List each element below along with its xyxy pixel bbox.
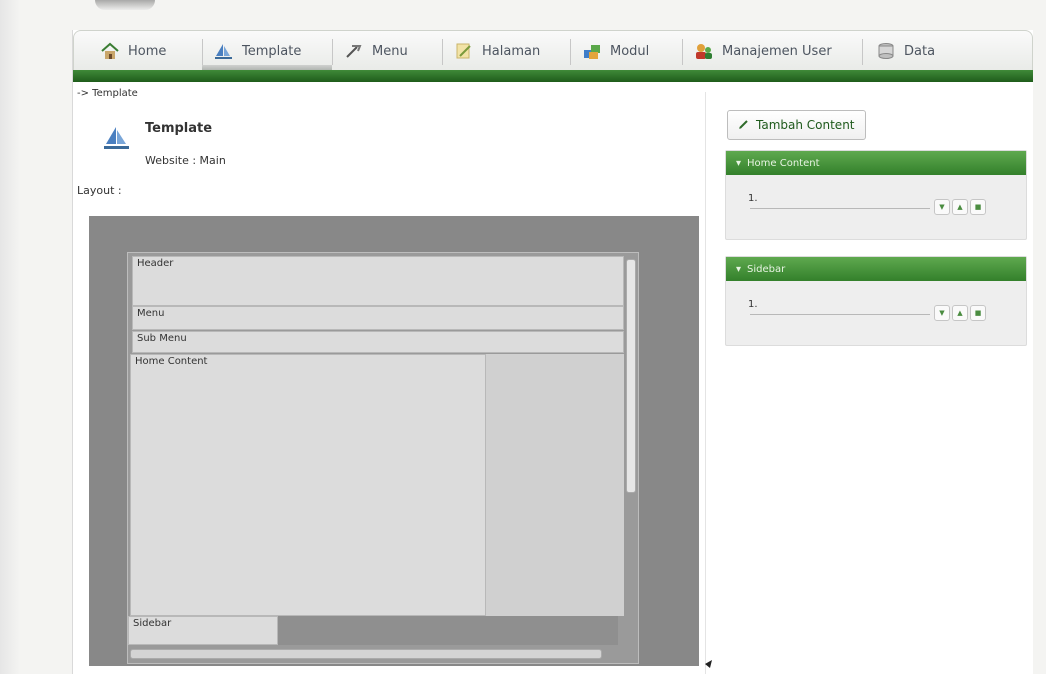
template-icon: [214, 42, 234, 60]
list-item-number: 1.: [748, 193, 758, 204]
panel-body: 1. ▼ ▲ ■: [726, 281, 1026, 345]
app-window: Home Template Menu Halaman Modul Manajem…: [72, 30, 1033, 674]
nav-label-menu: Menu: [372, 43, 408, 59]
menu-icon: [344, 42, 364, 60]
arrow-down-icon: ▼: [939, 203, 945, 211]
nav-label-home: Home: [128, 43, 167, 59]
move-down-button[interactable]: ▼: [934, 305, 950, 321]
nav-item-halaman[interactable]: Halaman: [454, 31, 540, 71]
user-management-icon: [694, 42, 714, 60]
arrow-up-icon: ▲: [957, 203, 963, 211]
list-item-line: [750, 208, 930, 209]
move-down-button[interactable]: ▼: [934, 199, 950, 215]
arrow-down-icon: ▼: [939, 309, 945, 317]
nav-label-halaman: Halaman: [482, 43, 541, 59]
layout-label: Layout :: [77, 184, 122, 197]
page-title: Template: [145, 121, 213, 136]
delete-button[interactable]: ■: [970, 199, 986, 215]
pencil-icon: [738, 118, 750, 133]
navbar-green-strip: [73, 70, 1033, 82]
layout-block-filler: [486, 354, 624, 616]
vertical-scrollbar[interactable]: [626, 259, 636, 493]
caret-down-icon: ▾: [736, 263, 742, 275]
layout-block-header[interactable]: Header: [132, 256, 624, 306]
panel-header-home-content[interactable]: ▾ Home Content: [726, 151, 1026, 175]
move-up-button[interactable]: ▲: [952, 305, 968, 321]
panel-home-content: ▾ Home Content 1. ▼ ▲ ■: [725, 150, 1027, 240]
panel-body: 1. ▼ ▲ ■: [726, 175, 1026, 239]
mouse-cursor-icon: [704, 654, 714, 668]
arrow-up-icon: ▲: [957, 309, 963, 317]
trash-icon: ■: [974, 203, 982, 211]
nav-label-data: Data: [904, 43, 936, 59]
layout-preview-canvas: Header Menu Sub Menu Home Content Sideba…: [127, 252, 639, 664]
caret-down-icon: ▾: [736, 157, 742, 169]
layout-preview: Header Menu Sub Menu Home Content Sideba…: [89, 216, 699, 666]
page-margin: [0, 0, 20, 674]
layout-block-menu[interactable]: Menu: [132, 306, 624, 330]
panel-header-sidebar[interactable]: ▾ Sidebar: [726, 257, 1026, 281]
nav-label-modul: Modul: [610, 43, 650, 59]
trash-icon: ■: [974, 309, 982, 317]
nav-separator: [570, 39, 571, 65]
add-content-label: Tambah Content: [756, 118, 855, 132]
website-label: Website : Main: [145, 154, 226, 167]
nav-separator: [442, 39, 443, 65]
horizontal-scrollbar[interactable]: [130, 649, 602, 659]
layout-block-home-content[interactable]: Home Content: [130, 354, 486, 616]
panel-sidebar: ▾ Sidebar 1. ▼ ▲ ■: [725, 256, 1027, 346]
move-up-button[interactable]: ▲: [952, 199, 968, 215]
panel-title: Sidebar: [747, 263, 786, 275]
add-content-button[interactable]: Tambah Content: [727, 110, 866, 140]
main-navbar: Home Template Menu Halaman Modul Manajem…: [73, 30, 1033, 71]
panel-title: Home Content: [747, 157, 820, 169]
nav-separator: [682, 39, 683, 65]
nav-separator: [862, 39, 863, 65]
delete-button[interactable]: ■: [970, 305, 986, 321]
nav-item-menu[interactable]: Menu: [344, 31, 408, 71]
nav-item-home[interactable]: Home: [100, 31, 166, 71]
breadcrumb: -> Template: [77, 88, 138, 99]
home-icon: [100, 42, 120, 60]
layout-block-filler: [278, 616, 618, 645]
nav-separator: [202, 39, 203, 65]
page-edge-shadow: [95, 0, 155, 10]
nav-label-template: Template: [242, 43, 302, 59]
module-icon: [582, 42, 602, 60]
layout-block-sub-menu[interactable]: Sub Menu: [132, 331, 624, 353]
nav-item-data[interactable]: Data: [876, 31, 935, 71]
nav-item-modul[interactable]: Modul: [582, 31, 649, 71]
layout-block-sidebar[interactable]: Sidebar: [128, 616, 278, 645]
data-icon: [876, 42, 896, 60]
nav-item-manajemen-user[interactable]: Manajemen User: [694, 31, 832, 71]
nav-separator: [332, 39, 333, 65]
column-divider: [705, 92, 706, 674]
list-item-line: [750, 314, 930, 315]
page-icon: [454, 42, 474, 60]
list-item-number: 1.: [748, 299, 758, 310]
nav-label-manajemen-user: Manajemen User: [722, 43, 832, 59]
template-icon: [103, 125, 131, 151]
